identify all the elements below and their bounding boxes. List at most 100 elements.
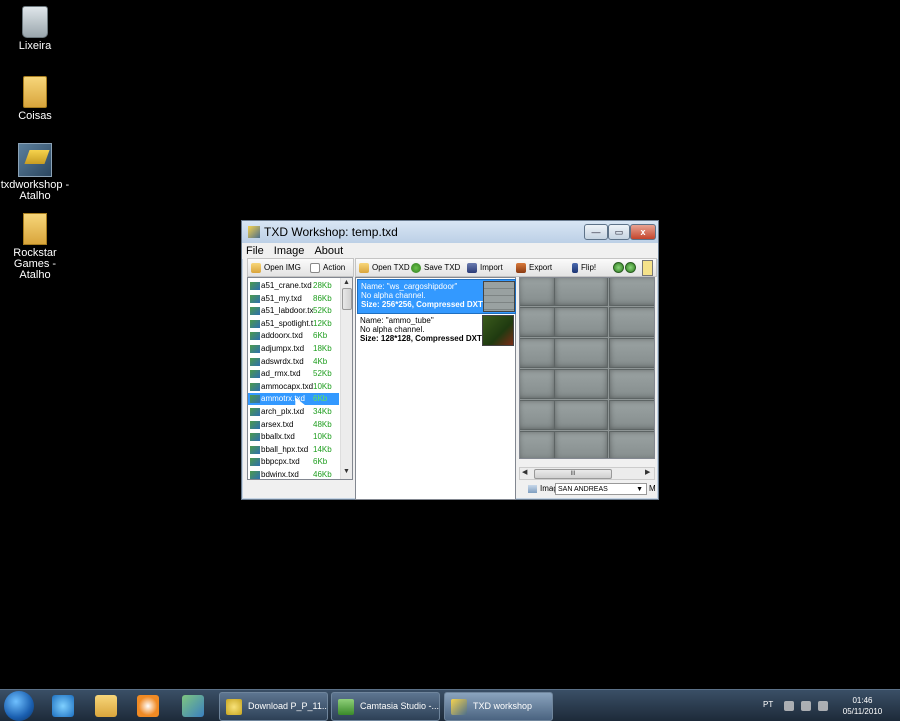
internet-explorer-icon[interactable] — [52, 695, 74, 717]
flip-button[interactable]: Flip! — [572, 260, 596, 275]
folder-icon — [23, 76, 47, 108]
title-bar[interactable]: TXD Workshop: temp.txd — ▭ x — [242, 221, 658, 243]
texture-tile — [609, 400, 654, 430]
save-txd-label: Save TXD — [424, 263, 461, 272]
file-size: 14Kb — [313, 444, 332, 454]
task-label: Camtasia Studio -... — [360, 701, 440, 711]
desktop-icon-rockstar-games[interactable]: Rockstar Games - Atalho — [0, 213, 70, 281]
file-size: 10Kb — [313, 381, 332, 391]
file-list-item[interactable]: bdwinx.txd 46Kb — [248, 469, 339, 479]
explorer-folder-icon[interactable] — [95, 695, 117, 717]
file-list-item[interactable]: bball_hpx.txd 14Kb — [248, 444, 339, 456]
open-img-button[interactable]: Open IMG — [251, 260, 301, 275]
file-list-item[interactable]: ad_rmx.txd 52Kb — [248, 368, 339, 380]
action-label: Action — [323, 263, 346, 272]
scroll-up-icon[interactable]: ▲ — [343, 279, 350, 286]
maximize-button[interactable]: ▭ — [608, 224, 630, 240]
texture-tile — [554, 369, 608, 399]
file-list-item[interactable]: adswrdx.txd 4Kb — [248, 356, 339, 368]
import-button[interactable]: Import — [467, 260, 503, 275]
texture-tile — [520, 338, 555, 368]
file-list-item[interactable]: addoorx.txd 6Kb — [248, 330, 339, 342]
open-txd-button[interactable]: Open TXD — [359, 260, 410, 275]
clock-time: 01:46 — [852, 696, 873, 705]
file-list-item[interactable]: a51_my.txd 86Kb — [248, 293, 339, 305]
img-file-list[interactable]: a51_crane.txd 28Kb a51_my.txd 86Kb a51_labdo… — [247, 277, 353, 480]
status-extra-text: M — [649, 484, 656, 493]
file-list-item[interactable]: bbpcpx.txd 6Kb — [248, 456, 339, 468]
file-list-item[interactable]: a51_crane.txd 28Kb — [248, 280, 339, 292]
texture-alpha: No alpha channel. — [360, 325, 425, 334]
save-txd-button[interactable]: Save TXD — [411, 260, 460, 275]
flip-icon — [572, 262, 578, 273]
texture-item[interactable]: Name: "ammo_tube" No alpha channel. Size… — [357, 314, 514, 347]
media-player-icon[interactable] — [137, 695, 159, 717]
move-up-icon[interactable] — [613, 262, 624, 273]
download-icon — [226, 698, 242, 715]
file-list-item[interactable]: ammocapx.txd 10Kb — [248, 381, 339, 393]
close-button[interactable]: x — [630, 224, 656, 240]
file-list-item[interactable]: bballx.txd 10Kb — [248, 431, 339, 443]
txd-file-icon — [250, 458, 260, 467]
file-list-item[interactable]: a51_labdoor.txd 52Kb — [248, 305, 339, 317]
clock[interactable]: 01:46 05/11/2010 — [835, 695, 890, 717]
desktop-icon-coisas[interactable]: Coisas — [0, 76, 70, 122]
window-title: TXD Workshop: temp.txd — [264, 225, 398, 239]
tray-network-icon[interactable] — [801, 701, 811, 711]
scrollbar-thumb[interactable] — [342, 288, 352, 310]
tray-flag-icon[interactable] — [784, 701, 794, 711]
txd-workshop-icon — [451, 698, 467, 715]
move-down-icon[interactable] — [625, 262, 636, 273]
task-camtasia[interactable]: Camtasia Studio -... — [331, 692, 440, 721]
texture-tile — [554, 338, 608, 368]
camtasia-icon — [338, 698, 354, 715]
scroll-right-icon[interactable]: ▶ — [645, 468, 650, 476]
file-name: bdwinx.txd — [261, 470, 299, 479]
desktop-icon-label: Rockstar Games - Atalho — [13, 247, 57, 281]
file-list-item[interactable]: a51_spotlight.txd12Kb — [248, 318, 339, 330]
task-txd-workshop[interactable]: TXD workshop — [444, 692, 553, 721]
file-size: 6Kb — [313, 331, 328, 341]
preview-scrollbar[interactable]: ◀ III ▶ — [519, 467, 655, 480]
scroll-down-icon[interactable]: ▼ — [343, 468, 350, 475]
game-select[interactable]: SAN ANDREAS ▼ — [555, 483, 647, 495]
export-button[interactable]: Export — [516, 260, 552, 275]
folder-icon — [359, 262, 369, 273]
action-button[interactable]: Action — [310, 260, 345, 275]
texture-item[interactable]: Name: "ws_cargoshipdoor" No alpha channe… — [357, 279, 516, 314]
file-name: adswrdx.txd — [261, 356, 304, 366]
desktop-icon-recycle-bin[interactable]: Lixeira — [0, 6, 70, 52]
scroll-left-icon[interactable]: ◀ — [522, 468, 527, 476]
shortcut-icon — [18, 143, 52, 177]
file-list-scrollbar[interactable]: ▲ ▼ — [340, 278, 352, 479]
menu-image[interactable]: Image — [274, 243, 305, 259]
scrollbar-thumb[interactable]: III — [534, 469, 612, 479]
file-list-item[interactable]: adjumpx.txd 18Kb — [248, 343, 339, 355]
menu-about[interactable]: About — [314, 243, 343, 259]
file-size: 52Kb — [313, 306, 332, 316]
language-indicator[interactable]: PT — [763, 700, 773, 709]
app-icon — [248, 226, 260, 238]
network-icon[interactable] — [182, 695, 204, 717]
extra-toolbar-icon[interactable] — [642, 260, 653, 276]
task-download[interactable]: Download P_P_11... — [219, 692, 328, 721]
texture-preview — [519, 277, 655, 459]
file-name: a51_labdoor.txd — [261, 306, 313, 316]
file-size: 18Kb — [313, 344, 332, 353]
txd-file-icon — [250, 445, 260, 454]
open-img-label: Open IMG — [264, 263, 301, 272]
export-icon — [516, 262, 526, 273]
texture-size: Size: 256*256, Compressed DXT1 — [361, 300, 483, 309]
desktop-icon-txdworkshop[interactable]: txdworkshop - Atalho — [0, 143, 70, 202]
minimize-button[interactable]: — — [584, 224, 608, 240]
texture-tile — [609, 307, 654, 337]
file-list-item[interactable]: arsex.txd 48Kb — [248, 419, 339, 431]
menu-file[interactable]: File — [246, 243, 264, 259]
export-label: Export — [529, 263, 553, 272]
txd-file-icon — [250, 382, 260, 391]
task-label: Download P_P_11... — [248, 701, 328, 711]
texture-tile — [554, 431, 608, 458]
start-button[interactable] — [4, 691, 34, 721]
texture-list: Name: "ws_cargoshipdoor" No alpha channe… — [355, 277, 516, 500]
tray-volume-icon[interactable] — [818, 701, 828, 711]
